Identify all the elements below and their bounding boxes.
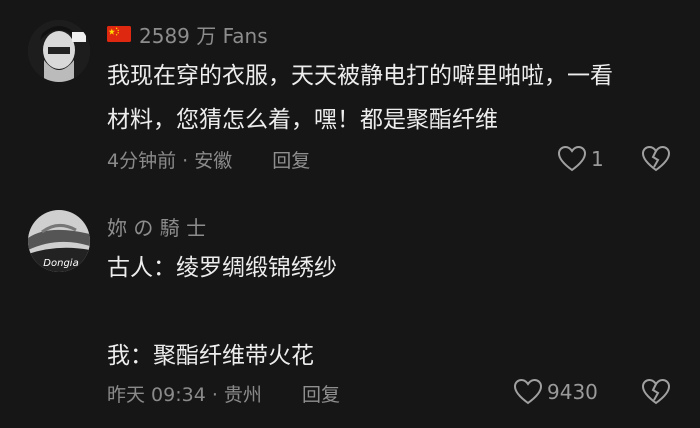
comment-line: 我：聚酯纤维带火花	[107, 343, 314, 369]
comment-line: 我现在穿的衣服，天天被静电打的噼里啪啦，一看	[107, 63, 613, 89]
avatar-image	[28, 20, 90, 82]
comment-line: 材料，您猜怎么着，嘿！都是聚酯纤维	[107, 107, 498, 133]
timestamp-location: 4分钟前 · 安徽	[107, 150, 233, 172]
china-flag-icon	[107, 26, 131, 42]
like-button[interactable]: 9430	[513, 378, 598, 405]
username[interactable]: 2589 万 Fans	[107, 20, 268, 48]
username-text: 2589 万 Fans	[139, 23, 268, 48]
broken-heart-icon	[641, 145, 671, 172]
username-text: 妳 の 騎 士	[107, 215, 207, 240]
avatar-image: Dongia	[28, 210, 90, 272]
avatar[interactable]: Dongia	[28, 210, 90, 272]
comment-item: Dongia 妳 の 騎 士 古人：绫罗绸缎锦绣纱 我：聚酯纤维带火花 昨天 0…	[0, 200, 700, 428]
comment-meta: 昨天 09:34 · 贵州 回复	[107, 380, 340, 407]
dislike-button[interactable]	[641, 378, 671, 409]
reply-button[interactable]: 回复	[302, 384, 340, 406]
comment-text: 我现在穿的衣服，天天被静电打的噼里啪啦，一看 材料，您猜怎么着，嘿！都是聚酯纤维	[107, 54, 677, 142]
like-count: 1	[591, 146, 604, 171]
like-button[interactable]: 1	[557, 145, 604, 172]
comment-meta: 4分钟前 · 安徽 回复	[107, 146, 310, 173]
comment-item: 2589 万 Fans 我现在穿的衣服，天天被静电打的噼里啪啦，一看 材料，您猜…	[0, 0, 700, 190]
timestamp-location: 昨天 09:34 · 贵州	[107, 384, 262, 406]
username[interactable]: 妳 の 騎 士	[107, 212, 206, 240]
comment-line	[107, 290, 677, 334]
dislike-button[interactable]	[641, 145, 671, 176]
heart-outline-icon	[513, 378, 543, 405]
heart-outline-icon	[557, 145, 587, 172]
comment-line: 古人：绫罗绸缎锦绣纱	[107, 255, 337, 281]
svg-text:Dongia: Dongia	[43, 258, 78, 269]
like-count: 9430	[547, 379, 598, 404]
avatar[interactable]	[28, 20, 90, 82]
reply-button[interactable]: 回复	[272, 150, 310, 172]
comment-text: 古人：绫罗绸缎锦绣纱 我：聚酯纤维带火花	[107, 246, 677, 378]
broken-heart-icon	[641, 378, 671, 405]
